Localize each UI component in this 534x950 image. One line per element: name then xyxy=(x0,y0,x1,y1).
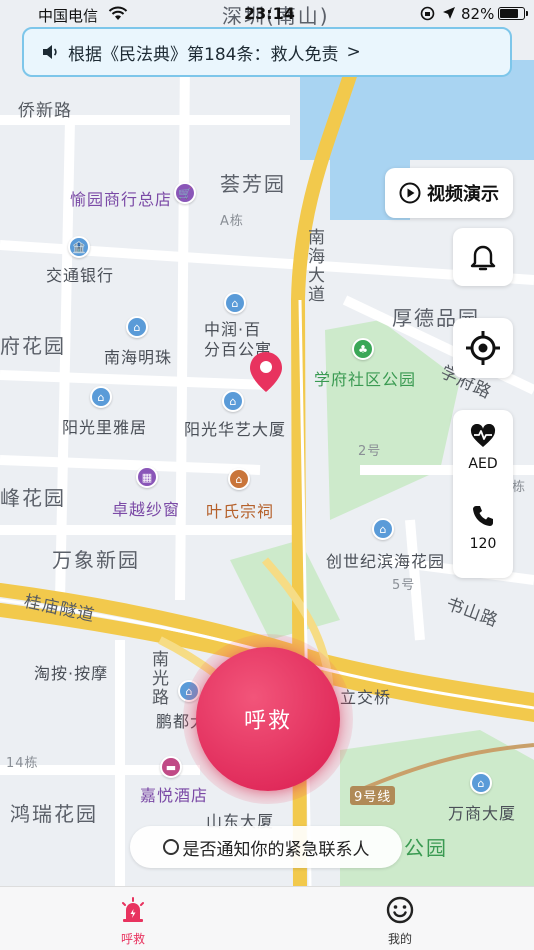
map-label: 淘按·按摩 xyxy=(34,664,109,683)
bank-icon[interactable]: 🏦 xyxy=(68,236,90,258)
store-icon[interactable]: ▦ xyxy=(136,466,158,488)
map-label: 南海大道 xyxy=(304,228,324,304)
notify-contacts-label: 是否通知你的紧急联系人 xyxy=(182,839,370,860)
building-icon[interactable]: ⌂ xyxy=(470,772,492,794)
video-demo-label: 视频演示 xyxy=(427,184,499,205)
park-icon[interactable]: ♣ xyxy=(352,338,374,360)
battery-percent: 82% xyxy=(461,5,495,23)
map-label: 府花园 xyxy=(0,334,66,358)
bell-icon xyxy=(470,245,496,271)
building-icon[interactable]: ⌂ xyxy=(222,390,244,412)
locate-me-button[interactable] xyxy=(453,318,513,378)
map-label: 阳光华艺大厦 xyxy=(184,420,287,439)
wifi-icon xyxy=(108,6,128,20)
map-label: 嘉悦酒店 xyxy=(140,786,209,805)
map-label: 栋 xyxy=(512,480,527,495)
map-label: 叶氏宗祠 xyxy=(206,502,275,521)
notify-contacts-toggle[interactable]: 是否通知你的紧急联系人 xyxy=(130,826,402,868)
tab-mine[interactable]: 我的 xyxy=(360,895,440,947)
map-label: 南海明珠 xyxy=(104,348,173,367)
clock: 23:14 xyxy=(244,4,295,23)
call-120-label: 120 xyxy=(469,536,497,552)
building-icon[interactable]: ⌂ xyxy=(90,386,112,408)
radio-unchecked-icon[interactable] xyxy=(162,839,179,855)
map-label: 万象新园 xyxy=(52,548,140,572)
crosshair-icon xyxy=(466,331,500,365)
map-label: 荟芳园 xyxy=(220,172,286,196)
map-label: 愉园商行总店 xyxy=(70,190,173,209)
video-demo-button[interactable]: 视频演示 xyxy=(385,168,513,218)
map-label: 交通银行 xyxy=(46,266,115,285)
sos-button[interactable]: 呼救 xyxy=(196,647,340,791)
map-label: 2号 xyxy=(358,444,382,459)
map-label: 鸿瑞花园 xyxy=(10,802,98,826)
law-notice-banner[interactable]: 根据《民法典》第184条：救人免责 > xyxy=(22,27,512,77)
map-label: 万商大厦 xyxy=(448,804,517,823)
map-label: 学府社区公园 xyxy=(314,370,417,389)
tab-mine-label: 我的 xyxy=(387,932,412,946)
phone-icon xyxy=(473,506,493,526)
emergency-panel: AED 120 xyxy=(453,410,513,578)
alarm-icon xyxy=(122,897,144,922)
smile-icon xyxy=(386,896,414,924)
location-pin-icon xyxy=(250,352,282,392)
map-label: 峰花园 xyxy=(0,486,66,510)
map-label: 侨新路 xyxy=(18,101,72,121)
metro-line-label: 9号线 xyxy=(350,786,396,805)
sos-label: 呼救 xyxy=(243,709,292,734)
temple-icon[interactable]: ⌂ xyxy=(228,468,250,490)
map-label: 南光路 xyxy=(148,650,168,707)
speaker-icon xyxy=(43,45,57,59)
tab-bar: 呼救 我的 xyxy=(0,886,534,950)
hotel-icon[interactable]: ▬ xyxy=(160,756,182,778)
heart-pulse-icon xyxy=(470,423,496,447)
play-circle-icon xyxy=(399,182,421,204)
map-label: 14栋 xyxy=(6,756,39,771)
chevron-right-icon: > xyxy=(346,42,361,62)
law-notice-text: 根据《民法典》第184条：救人免责 xyxy=(68,44,339,65)
map-label: 5号 xyxy=(392,578,416,593)
orientation-lock-icon xyxy=(420,6,435,21)
map-label: A栋 xyxy=(220,214,244,229)
map-label: 卓越纱窗 xyxy=(112,500,181,519)
location-services-icon xyxy=(443,7,455,19)
battery-icon xyxy=(498,7,528,20)
shopping-cart-icon[interactable]: 🛒 xyxy=(174,182,196,204)
tab-sos-label: 呼救 xyxy=(120,932,145,946)
map-label: 公园 xyxy=(404,836,448,860)
map-label: 创世纪滨海花园 xyxy=(326,552,446,571)
carrier-name: 中国电信 xyxy=(38,7,99,25)
notification-button[interactable] xyxy=(453,228,513,286)
status-bar: 中国电信 23:14 82% xyxy=(0,0,534,28)
aed-label: AED xyxy=(468,456,498,472)
tab-sos[interactable]: 呼救 xyxy=(93,895,173,947)
map-label: 阳光里雅居 xyxy=(62,418,148,437)
building-icon[interactable]: ⌂ xyxy=(224,292,246,314)
building-icon[interactable]: ⌂ xyxy=(126,316,148,338)
building-icon[interactable]: ⌂ xyxy=(372,518,394,540)
aed-button[interactable]: AED xyxy=(453,423,513,472)
call-120-button[interactable]: 120 xyxy=(453,504,513,552)
